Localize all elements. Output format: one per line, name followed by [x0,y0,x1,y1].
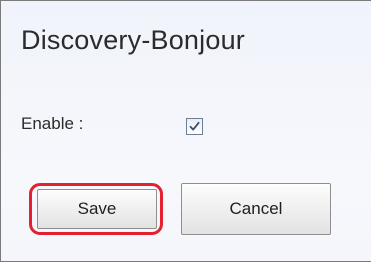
settings-panel: Discovery-Bonjour Enable : Save Cancel [0,0,371,262]
enable-checkbox[interactable] [186,118,203,135]
checkmark-icon [189,121,200,131]
page-title: Discovery-Bonjour [21,25,245,55]
enable-label: Enable : [21,114,84,133]
save-button[interactable]: Save [37,189,157,229]
cancel-button[interactable]: Cancel [181,183,331,235]
